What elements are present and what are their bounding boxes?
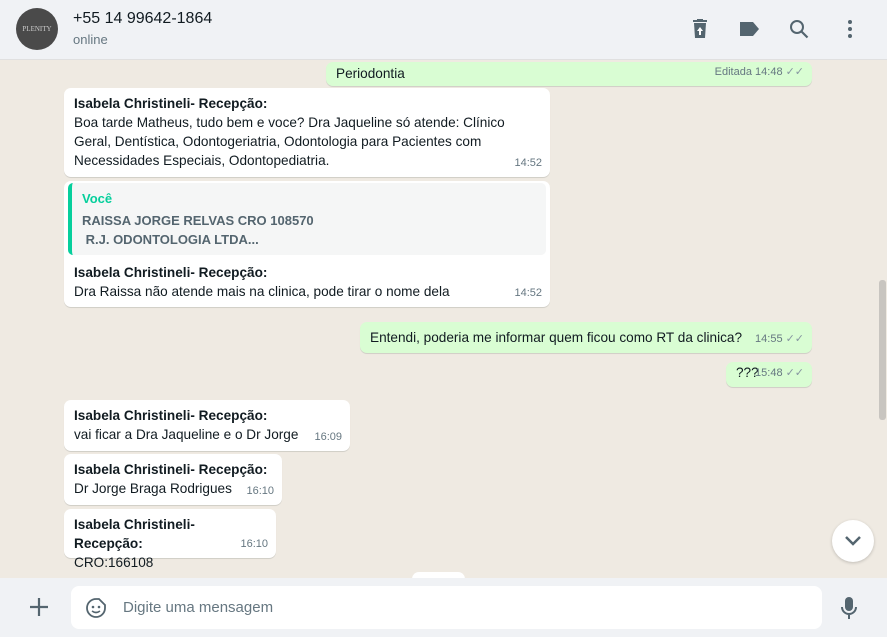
message-text: Boa tarde Matheus, tudo bem e voce? Dra … (74, 115, 505, 168)
emoji-sticker-icon[interactable] (85, 597, 107, 624)
quoted-sender: Você (82, 191, 113, 206)
search-icon[interactable] (786, 16, 812, 42)
label-icon[interactable] (736, 16, 762, 42)
message-incoming[interactable]: Isabela Christineli- Recepção: Boa tarde… (64, 88, 550, 177)
message-time: 14:52 (514, 287, 542, 299)
scroll-down-button[interactable] (832, 520, 874, 562)
contact-status: online (73, 32, 108, 47)
contact-name[interactable]: +55 14 99642-1864 (73, 10, 212, 28)
avatar[interactable]: PLENITY (16, 8, 58, 50)
message-time: 15:48 ✓✓ (755, 364, 804, 383)
microphone-icon[interactable] (840, 596, 858, 625)
menu-icon[interactable] (837, 16, 863, 42)
message-text: Dra Raissa não atende mais na clinica, p… (74, 284, 450, 299)
message-time: 14:52 (514, 157, 542, 169)
message-outgoing[interactable]: ??? 15:48 ✓✓ (726, 362, 812, 387)
quoted-line: R.J. ODONTOLOGIA LTDA... (82, 232, 259, 247)
sender-name: Isabela Christineli- Recepção: (74, 408, 268, 423)
message-outgoing[interactable]: Periodontia Editada 14:48 ✓✓ (326, 62, 812, 86)
sender-name: Isabela Christineli- Recepção: (74, 517, 195, 551)
chat-header: PLENITY +55 14 99642-1864 online (0, 0, 887, 60)
time-value: 15:48 (755, 367, 783, 379)
attach-plus-icon[interactable] (28, 596, 50, 623)
composer: Digite uma mensagem (0, 578, 887, 637)
sender-name: Isabela Christineli- Recepção: (74, 462, 268, 477)
delete-icon[interactable] (687, 16, 713, 42)
message-list: Periodontia Editada 14:48 ✓✓ Isabela Chri… (0, 60, 887, 578)
double-check-icon: ✓✓ (785, 367, 804, 379)
chevron-down-icon (845, 536, 861, 546)
quoted-line: RAISSA JORGE RELVAS CRO 108570 (82, 213, 314, 228)
message-time: 16:10 (246, 485, 274, 497)
message-outgoing[interactable]: Entendi, poderia me informar quem ficou … (360, 322, 812, 353)
message-incoming[interactable]: Isabela Christineli- Recepção: vai ficar… (64, 400, 350, 451)
message-text: CRO:166108 (74, 555, 154, 570)
message-input[interactable]: Digite uma mensagem (71, 586, 822, 629)
message-text: Periodontia (336, 66, 405, 81)
message-incoming[interactable]: Isabela Christineli- Recepção: CRO:16610… (64, 509, 276, 570)
scrollbar[interactable] (877, 60, 887, 578)
message-time: 16:09 (314, 431, 342, 443)
double-check-icon: ✓✓ (785, 333, 804, 345)
scrollbar-thumb[interactable] (879, 280, 886, 420)
edited-label: Editada (714, 66, 752, 78)
quoted-message[interactable]: Você RAISSA JORGE RELVAS CRO 108570 R.J.… (68, 183, 546, 255)
double-check-icon: ✓✓ (785, 66, 804, 78)
message-text: Dr Jorge Braga Rodrigues (74, 481, 232, 496)
sender-name: Isabela Christineli- Recepção: (74, 265, 268, 280)
message-time: 14:55 ✓✓ (755, 330, 804, 349)
time-value: 14:55 (755, 333, 783, 345)
message-time: Editada 14:48 ✓✓ (715, 63, 804, 82)
message-text: vai ficar a Dra Jaqueline e o Dr Jorge (74, 427, 299, 442)
sender-name: Isabela Christineli- Recepção: (74, 96, 268, 111)
time-value: 14:48 (755, 66, 783, 78)
message-incoming[interactable]: Isabela Christineli- Recepção: Dr Jorge … (64, 454, 282, 505)
message-placeholder: Digite uma mensagem (123, 599, 274, 616)
message-text: Entendi, poderia me informar quem ficou … (370, 330, 743, 345)
message-incoming-reply[interactable]: Você RAISSA JORGE RELVAS CRO 108570 R.J.… (64, 181, 550, 307)
message-time: 16:10 (240, 538, 268, 550)
